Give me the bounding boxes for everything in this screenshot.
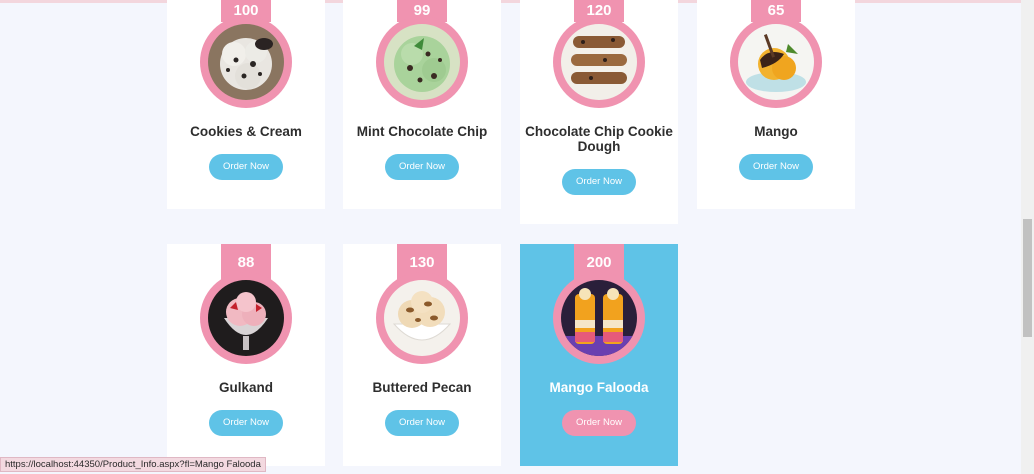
product-image[interactable] [738,24,814,100]
product-image[interactable] [208,24,284,100]
product-image-frame [730,16,822,108]
order-now-button[interactable]: Order Now [562,410,636,436]
product-card-cookies-cream[interactable]: 100 Cookies & Cream Order Now [167,0,325,209]
product-card-buttered-pecan[interactable]: 130 Buttered Pecan Order Now [343,244,501,466]
vertical-scrollbar[interactable] [1021,0,1034,474]
product-card-mango-falooda[interactable]: 200 Mango Falooda Order Now [520,244,678,466]
product-card-mint-chocolate-chip[interactable]: 99 Mint Chocolate Chip Order Now [343,0,501,209]
product-name: Mango Falooda [549,380,649,395]
order-now-button[interactable]: Order Now [209,154,283,180]
product-card-gulkand[interactable]: 88 Gulkand Order Now [167,244,325,466]
product-name: Chocolate Chip Cookie Dough [525,124,673,154]
product-image[interactable] [208,280,284,356]
product-name: Cookies & Cream [190,124,302,139]
product-image-frame [200,16,292,108]
page-top-border [0,0,1034,3]
product-name: Mint Chocolate Chip [356,124,488,139]
product-image[interactable] [384,24,460,100]
product-image[interactable] [561,280,637,356]
link-status-bar: https://localhost:44350/Product_Info.asp… [0,457,266,472]
product-image-frame [200,272,292,364]
product-name: Mango [754,124,798,139]
scrollbar-thumb[interactable] [1023,219,1032,337]
order-now-button[interactable]: Order Now [209,410,283,436]
product-image[interactable] [561,24,637,100]
product-image-frame [553,16,645,108]
order-now-button[interactable]: Order Now [739,154,813,180]
order-now-button[interactable]: Order Now [385,410,459,436]
product-image-frame [553,272,645,364]
product-name: Gulkand [218,380,273,395]
order-now-button[interactable]: Order Now [385,154,459,180]
product-card-chocolate-chip-cookie-dough[interactable]: 120 Chocolate Chip Cookie Dough Order No… [520,0,678,224]
product-image-frame [376,272,468,364]
product-name: Buttered Pecan [372,380,472,395]
product-image-frame [376,16,468,108]
product-card-mango[interactable]: 65 Mango Order Now [697,0,855,209]
product-image[interactable] [384,280,460,356]
order-now-button[interactable]: Order Now [562,169,636,195]
